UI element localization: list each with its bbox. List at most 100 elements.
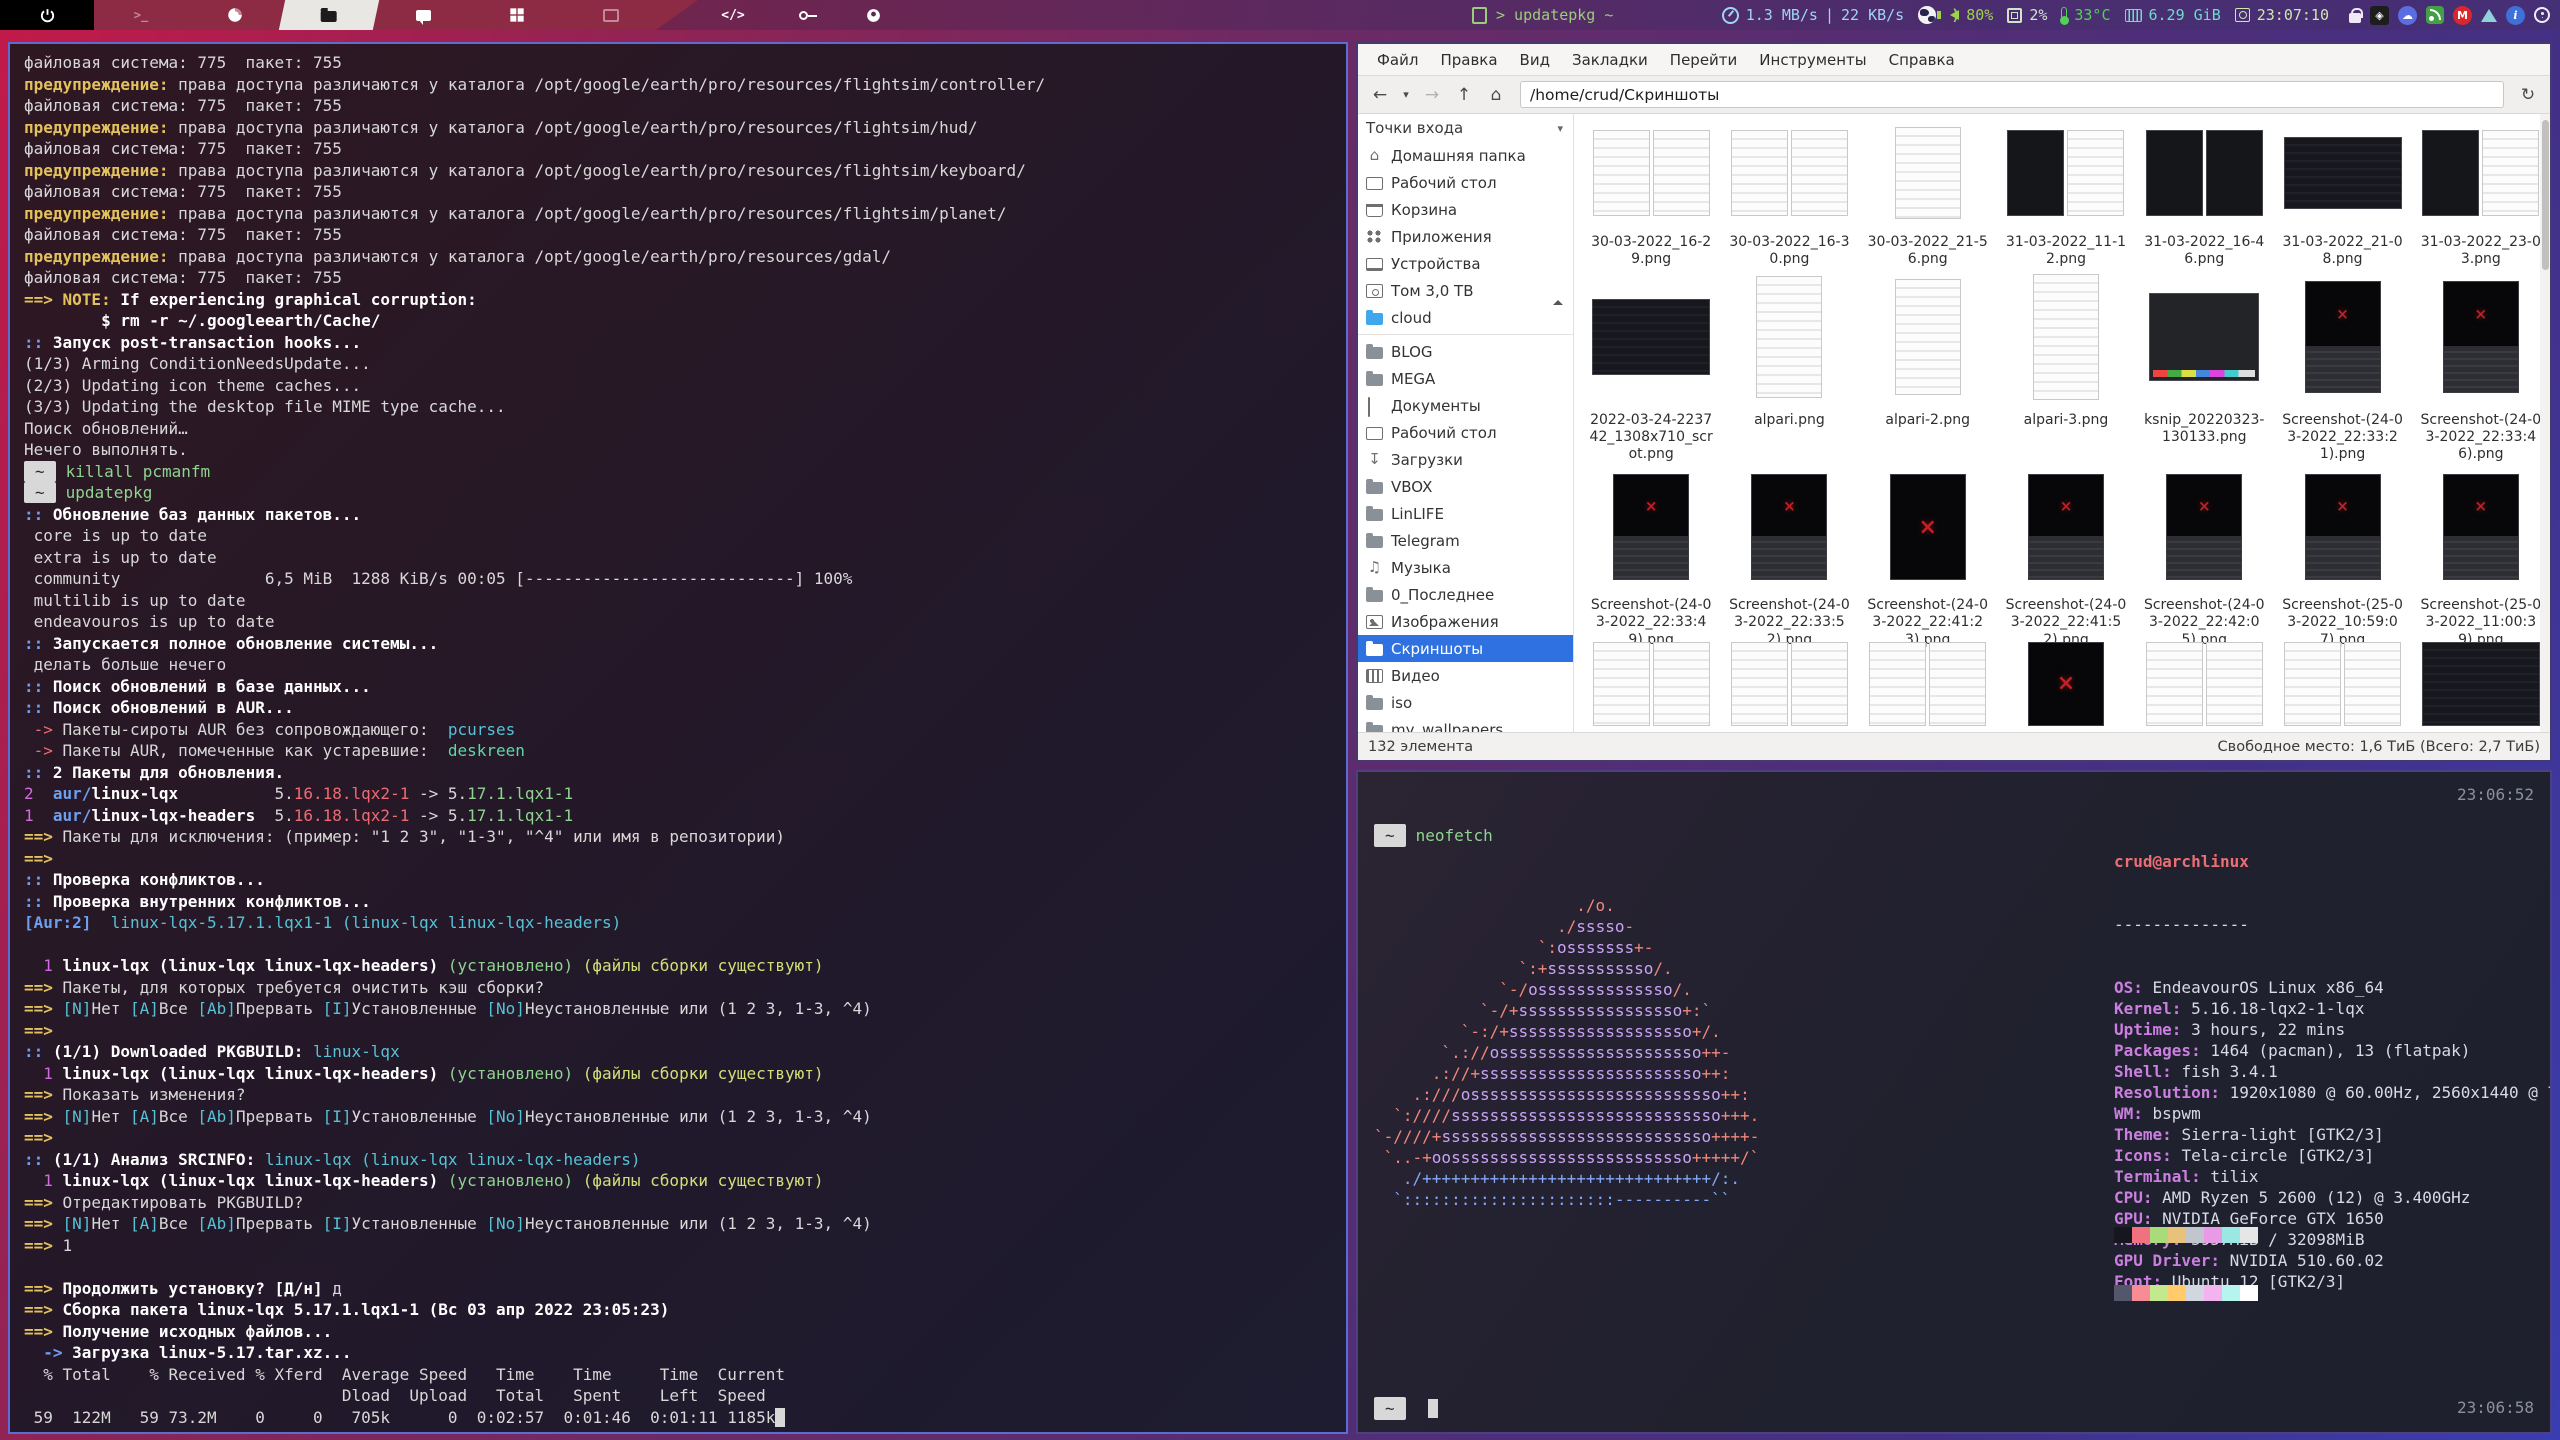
- sidebar-mode-select[interactable]: Точки входа ▾: [1358, 114, 1573, 142]
- file-item[interactable]: 31-03-2022_21-08.png: [2273, 118, 2411, 268]
- file-item[interactable]: ×Screenshot-(24-03-2022_22:33:21).png: [2273, 268, 2411, 463]
- terminal-window-neofetch[interactable]: ~ neofetch 23:06:52 ./o. ./sssso- `:osss…: [1356, 770, 2552, 1434]
- menu-Вид[interactable]: Вид: [1511, 47, 1559, 73]
- focused-window-title[interactable]: > updatepkg ~: [1472, 0, 1613, 30]
- file-item[interactable]: alpari.png: [1720, 268, 1858, 463]
- file-item[interactable]: alpari-3.png: [1997, 268, 2135, 463]
- terminal-line: [24, 1256, 1332, 1278]
- file-item[interactable]: [1582, 649, 1720, 719]
- workspace-power[interactable]: [0, 0, 94, 30]
- sidebar-item-Рабочий стол[interactable]: Рабочий стол: [1358, 169, 1573, 196]
- menu-Файл[interactable]: Файл: [1368, 47, 1427, 73]
- file-item[interactable]: ×Screenshot-(24-03-2022_22:41:23).png: [1859, 463, 1997, 648]
- sidebar-item-Изображения[interactable]: Изображения: [1358, 608, 1573, 635]
- sidebar-item-0_Последнее[interactable]: 0_Последнее: [1358, 581, 1573, 608]
- file-item[interactable]: 30-03-2022_16-29.png: [1582, 118, 1720, 268]
- file-item[interactable]: [1720, 649, 1858, 719]
- sidebar-item-Загрузки[interactable]: ↧Загрузки: [1358, 446, 1573, 473]
- file-item[interactable]: ×Screenshot-(24-03-2022_22:33:49).png: [1582, 463, 1720, 648]
- menu-Закладки[interactable]: Закладки: [1563, 47, 1657, 73]
- sidebar-item-Домашняя папка[interactable]: ⌂Домашняя папка: [1358, 142, 1573, 169]
- file-item[interactable]: ×Screenshot-(24-03-2022_22:42:05).png: [2135, 463, 2273, 648]
- fm-scrollbar[interactable]: [2540, 114, 2550, 732]
- sidebar-item-Видео[interactable]: Видео: [1358, 662, 1573, 689]
- neofetch-bottom-prompt[interactable]: ~: [1374, 1397, 1438, 1420]
- file-item[interactable]: [2412, 649, 2550, 719]
- workspace-tilix[interactable]: [838, 0, 908, 30]
- terminal-line: ==> [N]Нет [A]Все [Ab]Прервать [I]Устано…: [24, 1213, 1332, 1235]
- file-item[interactable]: alpari-2.png: [1859, 268, 1997, 463]
- mega-icon[interactable]: M: [2453, 6, 2472, 25]
- back-button[interactable]: ←: [1366, 82, 1394, 108]
- menu-Инструменты[interactable]: Инструменты: [1750, 47, 1875, 73]
- clock-module[interactable]: 23:07:10: [2235, 6, 2329, 24]
- file-item[interactable]: 2022-03-24-223742_1308x710_scrot.png: [1582, 268, 1720, 463]
- sidebar-item-Telegram[interactable]: Telegram: [1358, 527, 1573, 554]
- file-item[interactable]: ×Screenshot-(25-03-2022_11:00:39).png: [2412, 463, 2550, 648]
- sidebar-item-Том 3,0 ТВ[interactable]: Том 3,0 ТВ: [1358, 277, 1573, 304]
- volume-module[interactable]: 80%: [1950, 6, 1993, 24]
- terminal-window-updatepkg[interactable]: файловая система: 775 пакет: 755предупре…: [8, 42, 1348, 1434]
- file-item[interactable]: ksnip_20220323-130133.png: [2135, 268, 2273, 463]
- sidebar-item-Корзина[interactable]: Корзина: [1358, 196, 1573, 223]
- info-icon[interactable]: i: [2506, 6, 2525, 25]
- menu-Правка[interactable]: Правка: [1431, 47, 1506, 73]
- workspace-image[interactable]: [564, 0, 658, 30]
- folder-icon: [1366, 725, 1383, 732]
- neofetch-info-row: Shell: fish 3.4.1: [2114, 1061, 2552, 1082]
- keyhole-icon[interactable]: [2534, 7, 2550, 23]
- file-item[interactable]: ×Screenshot-(25-03-2022_10:59:07).png: [2273, 463, 2411, 648]
- file-item[interactable]: ×Screenshot-(24-03-2022_22:33:52).png: [1720, 463, 1858, 648]
- sidebar-item-LinLIFE[interactable]: LinLIFE: [1358, 500, 1573, 527]
- globe-icon[interactable]: [1918, 6, 1936, 24]
- file-item[interactable]: [2273, 649, 2411, 719]
- neofetch-info-row: Theme: Sierra-light [GTK2/3]: [2114, 1124, 2552, 1145]
- sidebar-item-my_wallpapers[interactable]: my_wallpapers: [1358, 716, 1573, 732]
- workspace-files-active[interactable]: [279, 0, 379, 30]
- home-button[interactable]: ⌂: [1482, 82, 1510, 108]
- workspace-chat[interactable]: [376, 0, 470, 30]
- file-item[interactable]: [2135, 649, 2273, 719]
- sidebar-item-Музыка[interactable]: ♫Музыка: [1358, 554, 1573, 581]
- file-item[interactable]: 30-03-2022_16-30.png: [1720, 118, 1858, 268]
- power-icon: [39, 7, 56, 24]
- lock-icon[interactable]: [2349, 13, 2361, 23]
- reload-button[interactable]: ↻: [2514, 82, 2542, 108]
- workspace-code[interactable]: </>: [698, 0, 768, 30]
- triangle-icon[interactable]: [2481, 9, 2497, 22]
- file-item[interactable]: 31-03-2022_16-46.png: [2135, 118, 2273, 268]
- sidebar-item-MEGA[interactable]: MEGA: [1358, 365, 1573, 392]
- workspace-windows[interactable]: [470, 0, 564, 30]
- file-item[interactable]: ×Screenshot-(24-03-2022_22:41:52).png: [1997, 463, 2135, 648]
- sidebar-item-Скриншоты[interactable]: Скриншоты: [1358, 635, 1573, 662]
- cast-icon[interactable]: [2426, 6, 2444, 24]
- menu-Справка[interactable]: Справка: [1880, 47, 1964, 73]
- menu-Перейти[interactable]: Перейти: [1661, 47, 1747, 73]
- sidebar-item-BLOG[interactable]: BLOG: [1358, 338, 1573, 365]
- workspace-firefox[interactable]: [188, 0, 282, 30]
- forward-button[interactable]: →: [1418, 82, 1446, 108]
- sidebar-item-iso[interactable]: iso: [1358, 689, 1573, 716]
- sidebar-item-Устройства[interactable]: Устройства: [1358, 250, 1573, 277]
- up-button[interactable]: ↑: [1450, 82, 1478, 108]
- sidebar-item-Рабочий стол[interactable]: Рабочий стол: [1358, 419, 1573, 446]
- file-item[interactable]: ×: [1997, 649, 2135, 719]
- sidebar-item-Документы[interactable]: Документы: [1358, 392, 1573, 419]
- sidebar-item-VBOX[interactable]: VBOX: [1358, 473, 1573, 500]
- history-dropdown[interactable]: ▾: [1398, 82, 1414, 108]
- path-input[interactable]: /home/crud/Скриншоты: [1520, 81, 2504, 108]
- file-item[interactable]: 31-03-2022_23-03.png: [2412, 118, 2550, 268]
- diamond-icon[interactable]: ◈: [2370, 6, 2389, 25]
- file-manager-window[interactable]: ФайлПравкаВидЗакладкиПерейтиИнструментыС…: [1356, 42, 2552, 762]
- workspace-key[interactable]: [768, 0, 838, 30]
- workspace-terminal[interactable]: >_: [94, 0, 188, 30]
- file-item[interactable]: ×Screenshot-(24-03-2022_22:33:46).png: [2412, 268, 2550, 463]
- eject-icon[interactable]: [1553, 282, 1565, 300]
- file-item[interactable]: 30-03-2022_21-56.png: [1859, 118, 1997, 268]
- sidebar-item-Приложения[interactable]: Приложения: [1358, 223, 1573, 250]
- cloud-icon[interactable]: ☁: [2398, 6, 2417, 25]
- file-item[interactable]: 31-03-2022_11-12.png: [1997, 118, 2135, 268]
- fm-scrollbar-thumb[interactable]: [2542, 120, 2549, 270]
- sidebar-item-cloud[interactable]: cloud: [1358, 304, 1573, 331]
- file-item[interactable]: [1859, 649, 1997, 719]
